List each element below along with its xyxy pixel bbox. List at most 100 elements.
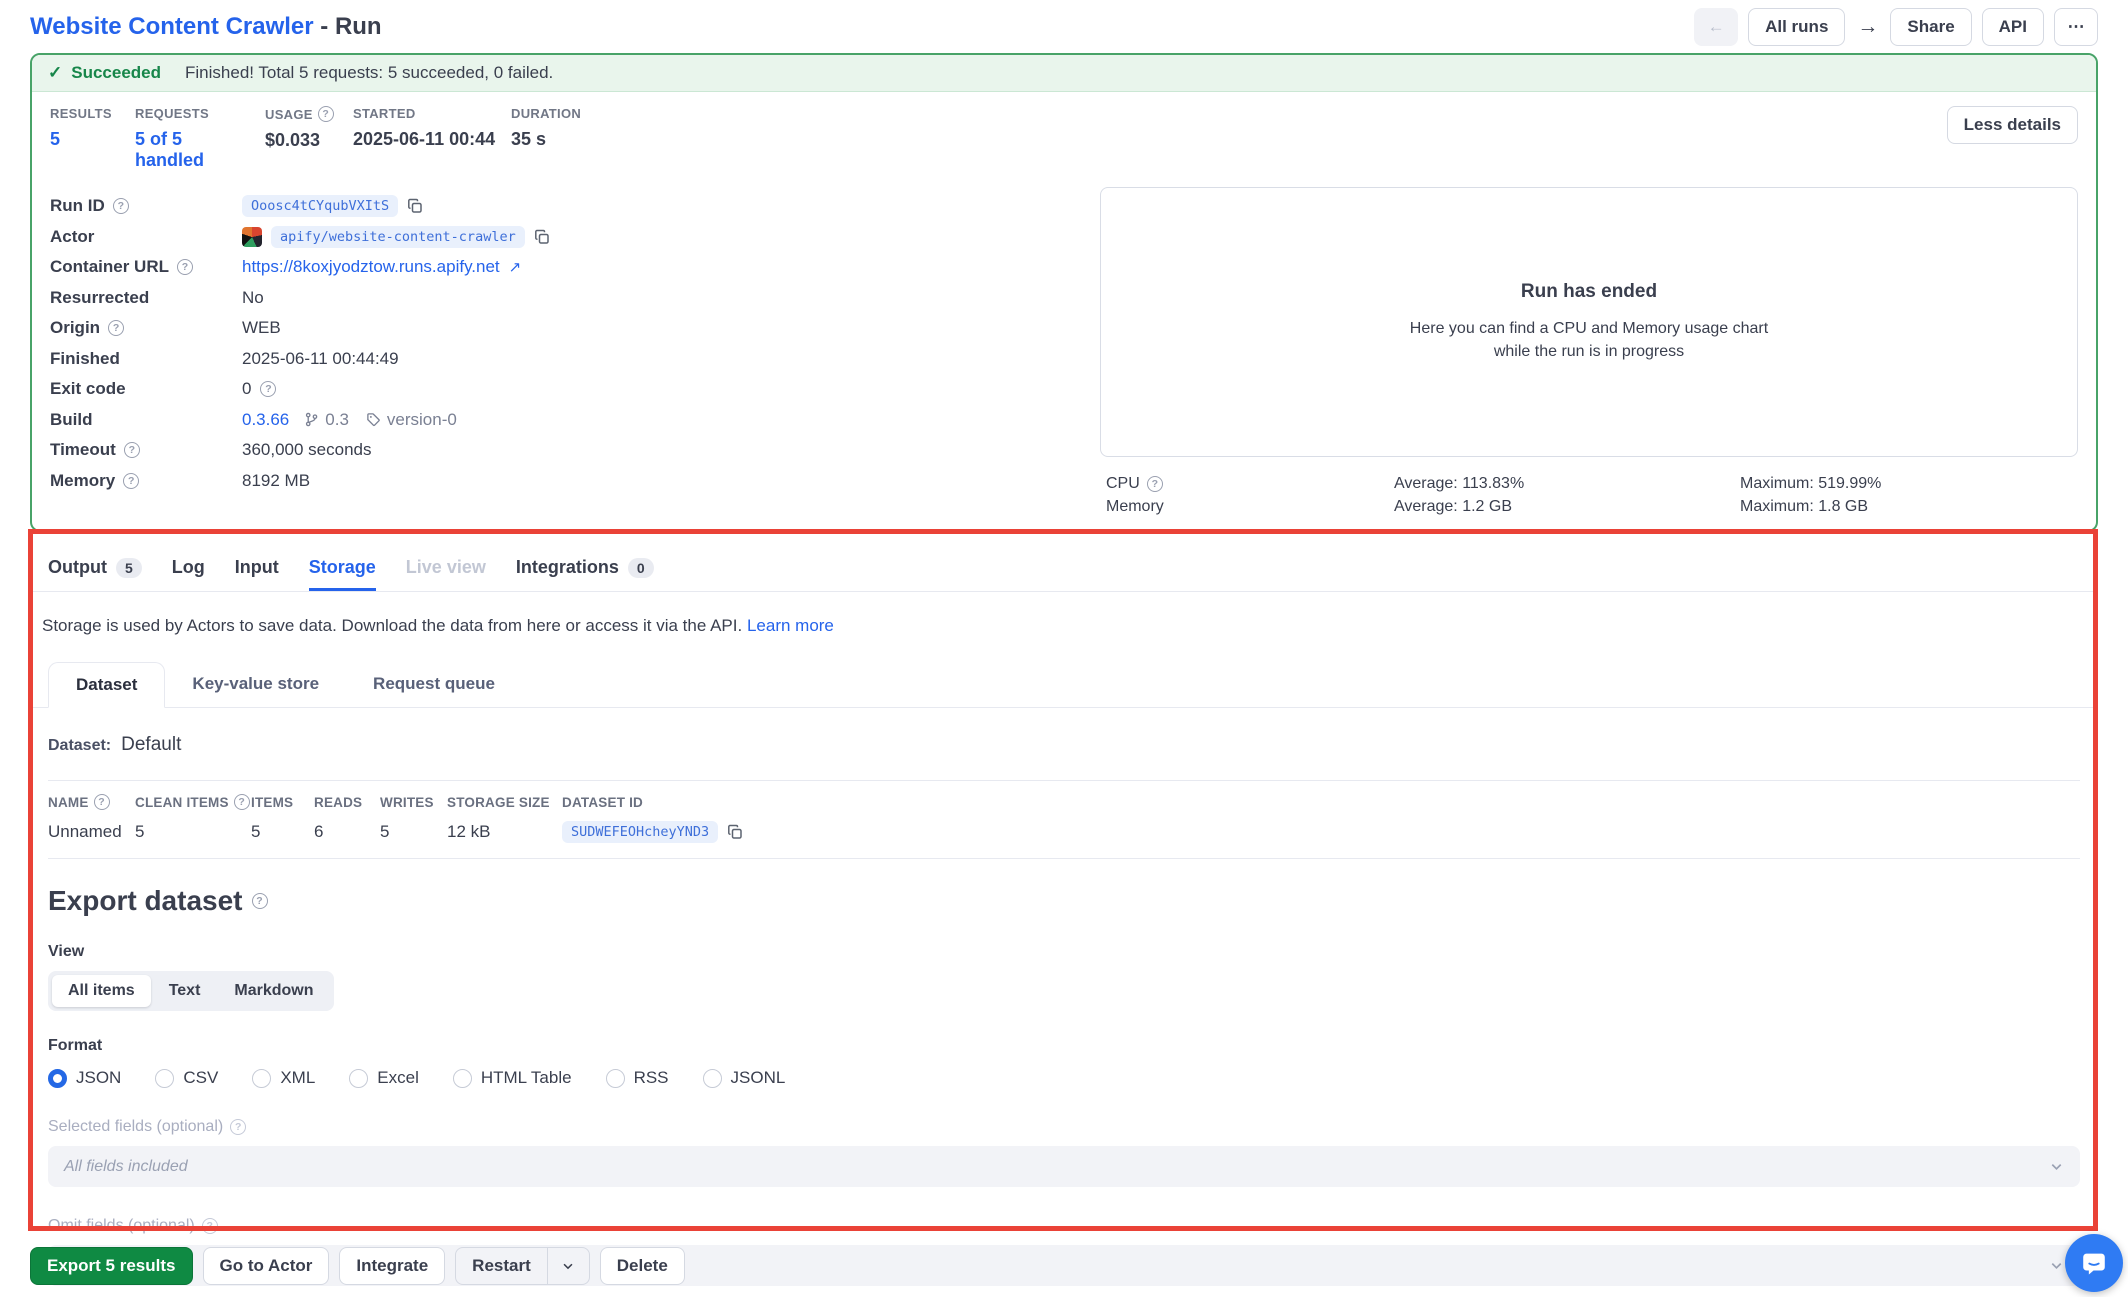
go-to-actor-button[interactable]: Go to Actor [203,1247,330,1285]
restart-button[interactable]: Restart [456,1248,547,1284]
format-option-html-table[interactable]: HTML Table [453,1068,572,1088]
help-icon[interactable]: ? [234,794,250,810]
top-bar: Website Content Crawler - Run ← All runs… [0,0,2128,53]
api-button[interactable]: API [1982,8,2044,46]
format-option-rss[interactable]: RSS [606,1068,669,1088]
restart-dropdown-button[interactable] [547,1248,589,1284]
actor-name-badge[interactable]: apify/website-content-crawler [271,226,525,248]
origin-value: WEB [242,318,281,338]
view-option-text[interactable]: Text [153,975,217,1007]
container-url-label: Container URL [50,257,169,277]
origin-label: Origin [50,318,100,338]
omit-fields-label: Omit fields (optional) [48,1217,195,1235]
cpu-maximum: Maximum: 519.99% [1740,475,2072,493]
stat-results: RESULTS 5 [50,106,135,150]
help-icon[interactable]: ? [318,106,334,122]
view-option-markdown[interactable]: Markdown [218,975,329,1007]
dataset-name[interactable]: Default [121,734,181,756]
dataset-id-badge[interactable]: SUDWEFEOHcheyYND3 [562,821,718,843]
usage-chart-panel: Run has ended Here you can find a CPU an… [1090,187,2078,520]
tab-log[interactable]: Log [172,557,205,591]
help-icon[interactable]: ? [124,442,140,458]
chat-widget-button[interactable] [2065,1234,2123,1292]
stat-duration-value: 35 s [511,129,631,150]
help-icon[interactable]: ? [113,198,129,214]
top-navigation: ← All runs → Share API ⋯ [1694,8,2098,46]
build-version-link[interactable]: 0.3.66 [242,410,289,430]
memory-average: Average: 1.2 GB [1394,498,1740,516]
all-runs-button[interactable]: All runs [1748,8,1845,46]
help-icon[interactable]: ? [230,1119,246,1135]
subtab-dataset[interactable]: Dataset [48,662,165,708]
less-details-button[interactable]: Less details [1947,106,2078,144]
col-clean-items: CLEAN ITEMS [135,795,229,810]
run-id-value[interactable]: Ooosc4tCYqubVXItS [242,195,398,217]
stat-started: STARTED 2025-06-11 00:44 [353,106,511,150]
help-icon[interactable]: ? [252,893,268,909]
format-option-csv[interactable]: CSV [155,1068,218,1088]
tab-storage[interactable]: Storage [309,557,376,591]
help-icon[interactable]: ? [260,381,276,397]
timeout-label: Timeout [50,440,116,460]
cpu-label: CPU [1106,475,1140,493]
stat-results-value[interactable]: 5 [50,129,125,150]
radio-icon [349,1069,368,1088]
format-option-xml[interactable]: XML [252,1068,315,1088]
radio-icon [703,1069,722,1088]
help-icon[interactable]: ? [1147,476,1163,492]
radio-icon [606,1069,625,1088]
run-tabs: Output5 Log Input Storage Live view Inte… [30,532,2098,592]
previous-run-button[interactable]: ← [1694,8,1738,46]
chevron-down-icon [2049,1258,2064,1273]
col-writes: WRITES [380,795,447,810]
stat-requests-label: REQUESTS [135,106,255,121]
help-icon[interactable]: ? [94,794,110,810]
export-dataset-title: Export dataset [48,885,243,917]
stat-requests: REQUESTS 5 of 5 handled [135,106,265,171]
next-run-button[interactable]: → [1855,15,1880,39]
format-label: Format [48,1037,2080,1055]
help-icon[interactable]: ? [123,473,139,489]
format-option-json[interactable]: JSON [48,1068,121,1088]
export-results-button[interactable]: Export 5 results [30,1247,193,1285]
share-button[interactable]: Share [1890,8,1971,46]
cell-clean-items: 5 [135,822,251,842]
format-option-jsonl[interactable]: JSONL [703,1068,786,1088]
cell-items: 5 [251,822,314,842]
cell-writes: 5 [380,822,447,842]
run-stats-row: RESULTS 5 REQUESTS 5 of 5 handled USAGE?… [32,92,2096,175]
selected-fields-select[interactable]: All fields included [48,1146,2080,1187]
copy-icon[interactable] [407,198,423,214]
learn-more-link[interactable]: Learn more [747,616,834,635]
memory-row: Memory? 8192 MB [50,466,1090,497]
stat-requests-value[interactable]: 5 of 5 handled [135,129,255,171]
help-icon[interactable]: ? [108,320,124,336]
usage-metrics: CPU? Average: 113.83% Maximum: 519.99% M… [1100,457,2078,520]
footer-actions: Export 5 results Go to Actor Integrate R… [30,1247,685,1285]
integrate-button[interactable]: Integrate [339,1247,445,1285]
help-icon[interactable]: ? [177,259,193,275]
view-option-all-items[interactable]: All items [52,975,151,1007]
help-icon[interactable]: ? [202,1218,218,1234]
export-dataset-section: Export dataset ? View All items Text Mar… [30,885,2098,1297]
delete-button[interactable]: Delete [600,1247,685,1285]
actor-row: Actor apify/website-content-crawler [50,222,1090,253]
tab-output[interactable]: Output5 [48,557,142,591]
radio-icon [48,1069,67,1088]
more-actions-button[interactable]: ⋯ [2054,8,2098,46]
tab-input[interactable]: Input [235,557,279,591]
col-dataset-id: DATASET ID [562,795,2080,810]
copy-icon[interactable] [534,229,550,245]
cell-storage-size: 12 kB [447,822,562,842]
status-text: Succeeded [71,63,161,83]
stat-started-label: STARTED [353,106,501,121]
exit-code-label: Exit code [50,379,242,399]
container-url-link[interactable]: https://8koxjyodztow.runs.apify.net [242,257,500,277]
subtab-key-value-store[interactable]: Key-value store [165,662,346,707]
copy-icon[interactable] [727,824,743,840]
format-option-excel[interactable]: Excel [349,1068,419,1088]
tab-integrations[interactable]: Integrations0 [516,557,654,591]
stat-usage-label: USAGE [265,107,313,122]
actor-title-link[interactable]: Website Content Crawler [30,13,314,40]
subtab-request-queue[interactable]: Request queue [346,662,522,707]
